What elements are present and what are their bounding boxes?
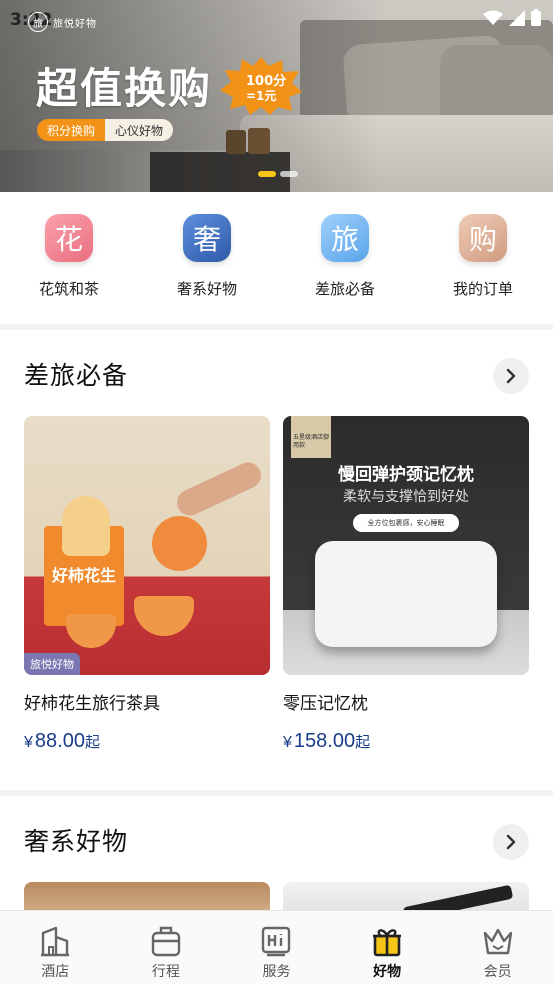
product-ribbon: 五星级酒店御用款 bbox=[291, 416, 331, 458]
product-teapot bbox=[152, 516, 207, 571]
quick-entry-label: 花筑和茶 bbox=[38, 280, 99, 298]
product-list: 好柿花生 旅悦好物 好柿花生旅行茶具 ¥88.00起 五星级酒店御用款 慢回弹护… bbox=[24, 416, 529, 753]
section-more-button[interactable] bbox=[493, 358, 529, 394]
product-image-pill: 全方位包裹感，安心睡眠 bbox=[353, 514, 459, 532]
product-image-partial[interactable] bbox=[24, 882, 270, 910]
brand-logo: 旅 旅悦好物 bbox=[28, 12, 97, 32]
product-image-text: 好柿花生 bbox=[51, 566, 116, 585]
burst-line2: =1元 bbox=[246, 89, 277, 103]
brand-mark-icon: 旅 bbox=[28, 12, 48, 32]
quick-entry-travel[interactable]: 旅 差旅必备 bbox=[276, 192, 414, 324]
crown-icon bbox=[483, 928, 512, 955]
section-more-button[interactable] bbox=[493, 824, 529, 860]
carousel-dot-active[interactable] bbox=[258, 171, 276, 177]
product-price: ¥158.00起 bbox=[283, 730, 529, 753]
hotel-icon bbox=[41, 926, 70, 957]
product-name: 零压记忆枕 bbox=[283, 694, 368, 714]
nav-label: 酒店 bbox=[41, 964, 70, 980]
product-shape bbox=[402, 884, 514, 910]
nav-label: 行程 bbox=[151, 964, 180, 980]
luggage-icon bbox=[151, 926, 181, 957]
nav-tab-service[interactable]: 服务 bbox=[221, 911, 332, 984]
quick-entry-label: 我的订单 bbox=[452, 280, 513, 298]
brand-logo-text: 旅悦好物 bbox=[53, 18, 97, 30]
quick-entry-huazhu[interactable]: 花 花筑和茶 bbox=[0, 192, 138, 324]
quick-entry-luxury[interactable]: 奢 奢系好物 bbox=[138, 192, 276, 324]
luxury-icon: 奢 bbox=[183, 214, 231, 262]
promo-banner[interactable]: 3:22 旅 旅悦好物 超值换购 100分 =1元 积分换购 心仪好物 bbox=[0, 0, 553, 192]
chevron-right-icon bbox=[506, 834, 516, 850]
product-ribbon-text: 五星级酒店御用款 bbox=[293, 434, 330, 449]
section-luxury-goods: 奢系好物 bbox=[0, 796, 553, 910]
product-image-title: 慢回弹护颈记忆枕 bbox=[338, 465, 474, 485]
price-value: 88.00 bbox=[34, 730, 85, 752]
product-pillow bbox=[315, 541, 497, 647]
quick-entry-orders[interactable]: 购 我的订单 bbox=[414, 192, 552, 324]
price-suffix: 起 bbox=[355, 734, 371, 751]
nav-tab-hotel[interactable]: 酒店 bbox=[0, 911, 111, 984]
section-travel-essentials: 差旅必备 好柿花生 旅悦好物 好柿花生旅行茶具 ¥88.00起 五星级酒店御用款… bbox=[0, 330, 553, 790]
banner-tag-points: 积分换购 bbox=[37, 119, 106, 141]
flower-icon: 花 bbox=[45, 214, 93, 262]
banner-tags: 积分换购 心仪好物 bbox=[37, 119, 174, 141]
product-badge: 旅悦好物 bbox=[24, 653, 80, 675]
status-bar-icons bbox=[483, 9, 541, 26]
banner-tag-goods: 心仪好物 bbox=[105, 119, 174, 141]
nav-tab-goods[interactable]: 好物 bbox=[332, 911, 443, 984]
price-burst-badge: 100分 =1元 bbox=[220, 57, 302, 115]
signal-icon bbox=[509, 9, 525, 26]
quick-entry-label: 奢系好物 bbox=[176, 280, 237, 298]
product-image-partial[interactable] bbox=[283, 882, 529, 910]
chevron-right-icon bbox=[506, 368, 516, 384]
nav-label: 会员 bbox=[483, 964, 512, 980]
travel-icon: 旅 bbox=[321, 214, 369, 262]
product-cup bbox=[134, 596, 194, 636]
product-cup bbox=[66, 614, 116, 648]
price-suffix: 起 bbox=[84, 734, 100, 751]
battery-icon bbox=[531, 9, 541, 26]
shopping-icon: 购 bbox=[459, 214, 507, 262]
gift-icon bbox=[373, 929, 402, 957]
product-price: ¥88.00起 bbox=[24, 730, 270, 753]
nav-tab-trip[interactable]: 行程 bbox=[111, 911, 222, 984]
nav-label: 服务 bbox=[262, 964, 291, 980]
currency-symbol: ¥ bbox=[24, 734, 33, 751]
product-image-subtitle: 柔软与支撑恰到好处 bbox=[343, 489, 469, 505]
section-header: 差旅必备 bbox=[0, 330, 553, 410]
quick-entry-label: 差旅必备 bbox=[314, 280, 375, 298]
product-jar bbox=[62, 496, 110, 556]
wifi-icon bbox=[483, 10, 503, 25]
product-card-tea-set[interactable]: 好柿花生 旅悦好物 好柿花生旅行茶具 ¥88.00起 bbox=[24, 416, 270, 753]
currency-symbol: ¥ bbox=[283, 734, 292, 751]
carousel-indicator[interactable] bbox=[258, 171, 298, 177]
nav-label: 好物 bbox=[373, 964, 402, 980]
product-image: 好柿花生 旅悦好物 bbox=[24, 416, 270, 675]
product-hand bbox=[172, 458, 266, 520]
product-name: 好柿花生旅行茶具 bbox=[24, 694, 160, 714]
product-image: 五星级酒店御用款 慢回弹护颈记忆枕 柔软与支撑恰到好处 全方位包裹感，安心睡眠 bbox=[283, 416, 529, 675]
bottom-navigation: 酒店 行程 服务 好物 会员 bbox=[0, 910, 553, 984]
product-card-pillow[interactable]: 五星级酒店御用款 慢回弹护颈记忆枕 柔软与支撑恰到好处 全方位包裹感，安心睡眠 … bbox=[283, 416, 529, 753]
section-header: 奢系好物 bbox=[0, 796, 553, 876]
quick-entry-bar: 花 花筑和茶 奢 奢系好物 旅 差旅必备 购 我的订单 bbox=[0, 192, 553, 324]
section-title: 差旅必备 bbox=[24, 361, 129, 390]
service-icon bbox=[262, 926, 291, 957]
section-title: 奢系好物 bbox=[24, 827, 129, 856]
carousel-dot[interactable] bbox=[280, 171, 298, 177]
nav-tab-member[interactable]: 会员 bbox=[442, 911, 553, 984]
banner-title: 超值换购 bbox=[36, 64, 213, 113]
price-value: 158.00 bbox=[293, 730, 356, 752]
